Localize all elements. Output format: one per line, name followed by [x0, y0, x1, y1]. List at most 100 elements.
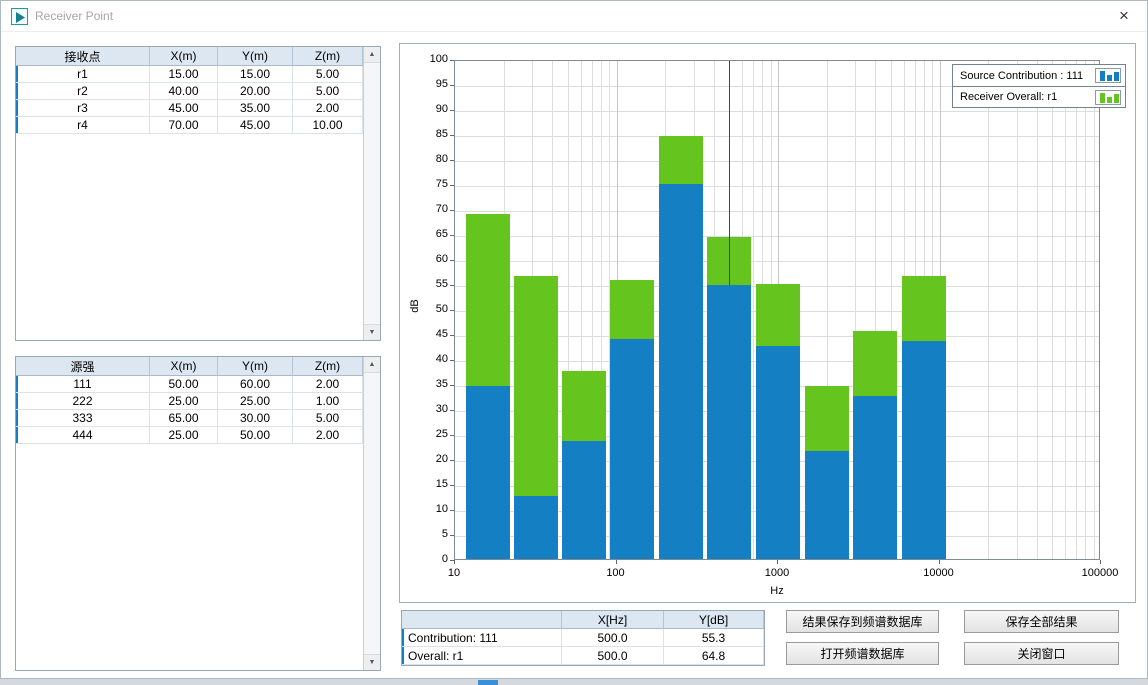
y-tick-label: 75 — [404, 178, 448, 190]
open-spectrum-db-button[interactable]: 打开频谱数据库 — [786, 642, 939, 665]
table-cell[interactable]: 25.00 — [150, 393, 218, 410]
bar-overall[interactable] — [853, 331, 897, 396]
bar-contribution[interactable] — [562, 441, 606, 560]
source-table-body[interactable]: 源强X(m)Y(m)Z(m)11150.0060.002.0022225.002… — [16, 357, 363, 670]
bar-contribution[interactable] — [466, 386, 510, 560]
table-cell[interactable]: 70.00 — [150, 117, 218, 134]
table-cell[interactable]: 55.3 — [664, 629, 764, 647]
readout-table-body[interactable]: X[Hz]Y[dB]Contribution: 111500.055.3Over… — [402, 611, 764, 665]
legend-item-overall[interactable]: Receiver Overall: r1 — [953, 86, 1125, 107]
table-cell[interactable]: 15.00 — [150, 66, 218, 83]
table-cell[interactable]: 50.00 — [218, 427, 293, 444]
table-cell[interactable]: 10.00 — [293, 117, 363, 134]
close-window-button[interactable]: 关闭窗口 — [964, 642, 1119, 665]
taskbar-edge — [0, 679, 1148, 685]
table-cell[interactable]: 45.00 — [150, 100, 218, 117]
x-tick-label: 1000 — [737, 567, 817, 579]
table-row: r345.0035.002.00 — [16, 100, 363, 117]
bar-contribution[interactable] — [902, 341, 946, 560]
plot-area[interactable] — [454, 60, 1100, 560]
table-cell[interactable]: r3 — [16, 100, 150, 117]
table-cell[interactable]: 60.00 — [218, 376, 293, 393]
table-cell[interactable]: 5.00 — [293, 83, 363, 100]
bar-contribution[interactable] — [659, 184, 703, 561]
readout-table: X[Hz]Y[dB]Contribution: 111500.055.3Over… — [401, 610, 765, 666]
y-tick-label: 40 — [404, 353, 448, 365]
legend-item-contribution[interactable]: Source Contribution : 111 — [953, 65, 1125, 86]
bar-overall[interactable] — [466, 214, 510, 387]
bar-overall[interactable] — [805, 386, 849, 451]
gridline-v — [753, 61, 754, 560]
column-header: Y[dB] — [664, 611, 764, 629]
scroll-up-icon[interactable]: ▲ — [364, 47, 380, 63]
window-title: Receiver Point — [35, 1, 113, 32]
chart-cursor[interactable] — [729, 61, 730, 285]
table-cell[interactable]: r1 — [16, 66, 150, 83]
table-cell[interactable]: 1.00 — [293, 393, 363, 410]
bar-overall[interactable] — [756, 284, 800, 347]
table-cell[interactable]: 222 — [16, 393, 150, 410]
receiver-table-body[interactable]: 接收点X(m)Y(m)Z(m)r115.0015.005.00r240.0020… — [16, 47, 363, 340]
bar-contribution[interactable] — [514, 496, 558, 560]
bar-overall[interactable] — [514, 276, 558, 496]
bar-contribution[interactable] — [853, 396, 897, 560]
save-to-spectrum-db-button[interactable]: 结果保存到频谱数据库 — [786, 610, 939, 633]
table-cell[interactable]: r2 — [16, 83, 150, 100]
save-all-results-button[interactable]: 保存全部结果 — [964, 610, 1119, 633]
close-icon[interactable]: × — [1101, 1, 1147, 32]
column-header: Z(m) — [293, 357, 363, 376]
column-header — [402, 611, 562, 629]
table-cell[interactable]: 333 — [16, 410, 150, 427]
bar-overall[interactable] — [902, 276, 946, 341]
y-tick-label: 30 — [404, 403, 448, 415]
scroll-up-icon[interactable]: ▲ — [364, 357, 380, 373]
table-cell[interactable]: 111 — [16, 376, 150, 393]
table-cell[interactable]: 65.00 — [150, 410, 218, 427]
x-tick-label: 10 — [414, 567, 494, 579]
table-cell[interactable]: 45.00 — [218, 117, 293, 134]
bar-overall[interactable] — [659, 136, 703, 184]
source-scrollbar[interactable]: ▲ ▼ — [363, 357, 380, 670]
bar-contribution[interactable] — [805, 451, 849, 560]
column-header: Z(m) — [293, 47, 363, 66]
table-cell[interactable]: 50.00 — [150, 376, 218, 393]
table-row: Overall: r1500.064.8 — [402, 647, 764, 665]
title-bar[interactable]: Receiver Point × — [1, 1, 1147, 32]
table-cell[interactable]: 15.00 — [218, 66, 293, 83]
table-cell[interactable]: 5.00 — [293, 66, 363, 83]
scrollbar-track[interactable] — [364, 63, 380, 324]
table-cell[interactable]: 35.00 — [218, 100, 293, 117]
receiver-scrollbar[interactable]: ▲ ▼ — [363, 47, 380, 340]
table-cell[interactable]: 20.00 — [218, 83, 293, 100]
table-cell[interactable]: 40.00 — [150, 83, 218, 100]
gridline-v — [1017, 61, 1018, 560]
table-cell[interactable]: 30.00 — [218, 410, 293, 427]
table-cell[interactable]: 5.00 — [293, 410, 363, 427]
chart-legend[interactable]: Source Contribution : 111 Receiver Overa… — [952, 64, 1126, 108]
bar-overall[interactable] — [610, 280, 654, 339]
table-cell[interactable]: 25.00 — [218, 393, 293, 410]
bar-contribution[interactable] — [756, 346, 800, 560]
table-cell[interactable]: 2.00 — [293, 427, 363, 444]
table-cell[interactable]: Overall: r1 — [402, 647, 562, 665]
column-header: 源强 — [16, 357, 150, 376]
table-cell[interactable]: 25.00 — [150, 427, 218, 444]
table-cell[interactable]: 500.0 — [562, 629, 664, 647]
scroll-down-icon[interactable]: ▼ — [364, 654, 380, 670]
scroll-down-icon[interactable]: ▼ — [364, 324, 380, 340]
bar-overall[interactable] — [562, 371, 606, 441]
bar-contribution[interactable] — [610, 339, 654, 561]
table-cell[interactable]: 64.8 — [664, 647, 764, 665]
y-tick-label: 45 — [404, 328, 448, 340]
y-tick-label: 90 — [404, 103, 448, 115]
table-cell[interactable]: 2.00 — [293, 376, 363, 393]
table-cell[interactable]: 444 — [16, 427, 150, 444]
bar-contribution[interactable] — [707, 285, 751, 561]
table-cell[interactable]: 500.0 — [562, 647, 664, 665]
table-cell[interactable]: 2.00 — [293, 100, 363, 117]
column-header: Y(m) — [218, 47, 293, 66]
gridline-v — [1037, 61, 1038, 560]
scrollbar-track[interactable] — [364, 373, 380, 654]
table-cell[interactable]: Contribution: 111 — [402, 629, 562, 647]
table-cell[interactable]: r4 — [16, 117, 150, 134]
